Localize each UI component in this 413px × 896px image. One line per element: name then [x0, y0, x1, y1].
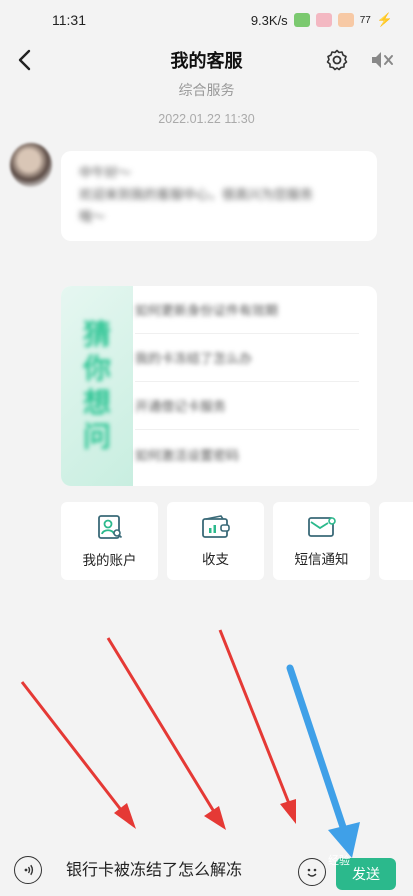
chevron-left-icon — [18, 49, 31, 71]
blue-arrow — [286, 664, 360, 858]
header: 我的客服 — [0, 40, 413, 80]
greeting-line: 哦～ — [79, 210, 106, 225]
settings-button[interactable] — [322, 44, 352, 76]
suggested-question[interactable]: 如何更新身份证件有效期 — [135, 286, 359, 334]
wallet-chart-icon — [201, 515, 230, 538]
suggested-questions-banner: 猜 你 想 问 — [61, 286, 133, 486]
shortcut-row: 我的账户 收支 短信通知 — [61, 502, 413, 580]
suggested-questions-card: 猜 你 想 问 如何更新身份证件有效期 我的卡冻结了怎么办 开通借记卡服务 如何… — [61, 286, 377, 486]
speaker-mute-icon — [372, 52, 393, 68]
gear-icon — [326, 49, 348, 71]
mute-button[interactable] — [366, 44, 398, 76]
banner-char: 猜 — [82, 318, 111, 351]
red-arrow — [20, 681, 136, 829]
page-title: 我的客服 — [170, 51, 243, 72]
service-category: 综合服务 — [178, 83, 235, 99]
suggested-question[interactable]: 开通借记卡服务 — [135, 382, 359, 430]
agent-avatar — [10, 143, 52, 187]
shortcut-income-expense[interactable]: 收支 — [167, 502, 264, 580]
greeting-line: 欢迎来到我的客服中心，很高兴为您服务 — [79, 188, 314, 203]
chat-timestamp: 2022.01.22 11:30 — [158, 112, 255, 126]
banner-char: 你 — [82, 352, 111, 385]
red-arrow — [106, 637, 226, 830]
signal-icon — [293, 13, 310, 27]
network-speed: 9.3K/s — [250, 12, 288, 28]
charging-icon: ⚡ — [376, 12, 393, 27]
battery-level: 77 — [359, 14, 371, 26]
greeting-message: 中午好～ 欢迎来到我的客服中心，很高兴为您服务 哦～ — [61, 151, 377, 241]
shortcut-label: 我的账户 — [82, 553, 137, 569]
suggested-question[interactable]: 如何激活设置密码 — [135, 430, 359, 478]
back-button[interactable] — [10, 44, 38, 76]
watermark: 经验 — [328, 855, 350, 867]
status-time: 11:31 — [52, 12, 86, 28]
emoji-icon — [307, 868, 317, 877]
notification-icon — [315, 13, 332, 27]
red-arrow — [218, 629, 296, 824]
voice-input-button[interactable] — [14, 856, 42, 884]
emoji-button[interactable] — [298, 858, 326, 886]
message-input[interactable] — [56, 846, 292, 890]
voice-icon — [24, 864, 34, 876]
greeting-line: 中午好～ — [79, 166, 132, 181]
shortcut-more-partial[interactable] — [379, 502, 413, 580]
shortcut-label: 收支 — [202, 552, 229, 568]
app-icon — [337, 13, 354, 27]
shortcut-label: 短信通知 — [294, 552, 349, 568]
status-bar: 11:31 9.3K/s 77 ⚡ — [0, 0, 413, 40]
account-search-icon — [97, 515, 122, 539]
shortcut-sms-notice[interactable]: 短信通知 — [273, 502, 370, 580]
banner-char: 问 — [82, 420, 111, 453]
status-indicators: 9.3K/s 77 ⚡ — [251, 12, 393, 28]
banner-char: 想 — [82, 386, 111, 419]
shortcut-my-account[interactable]: 我的账户 — [61, 502, 158, 580]
input-bar: 发送 — [0, 838, 413, 896]
suggested-question[interactable]: 我的卡冻结了怎么办 — [135, 334, 359, 382]
sms-envelope-icon — [307, 517, 336, 537]
